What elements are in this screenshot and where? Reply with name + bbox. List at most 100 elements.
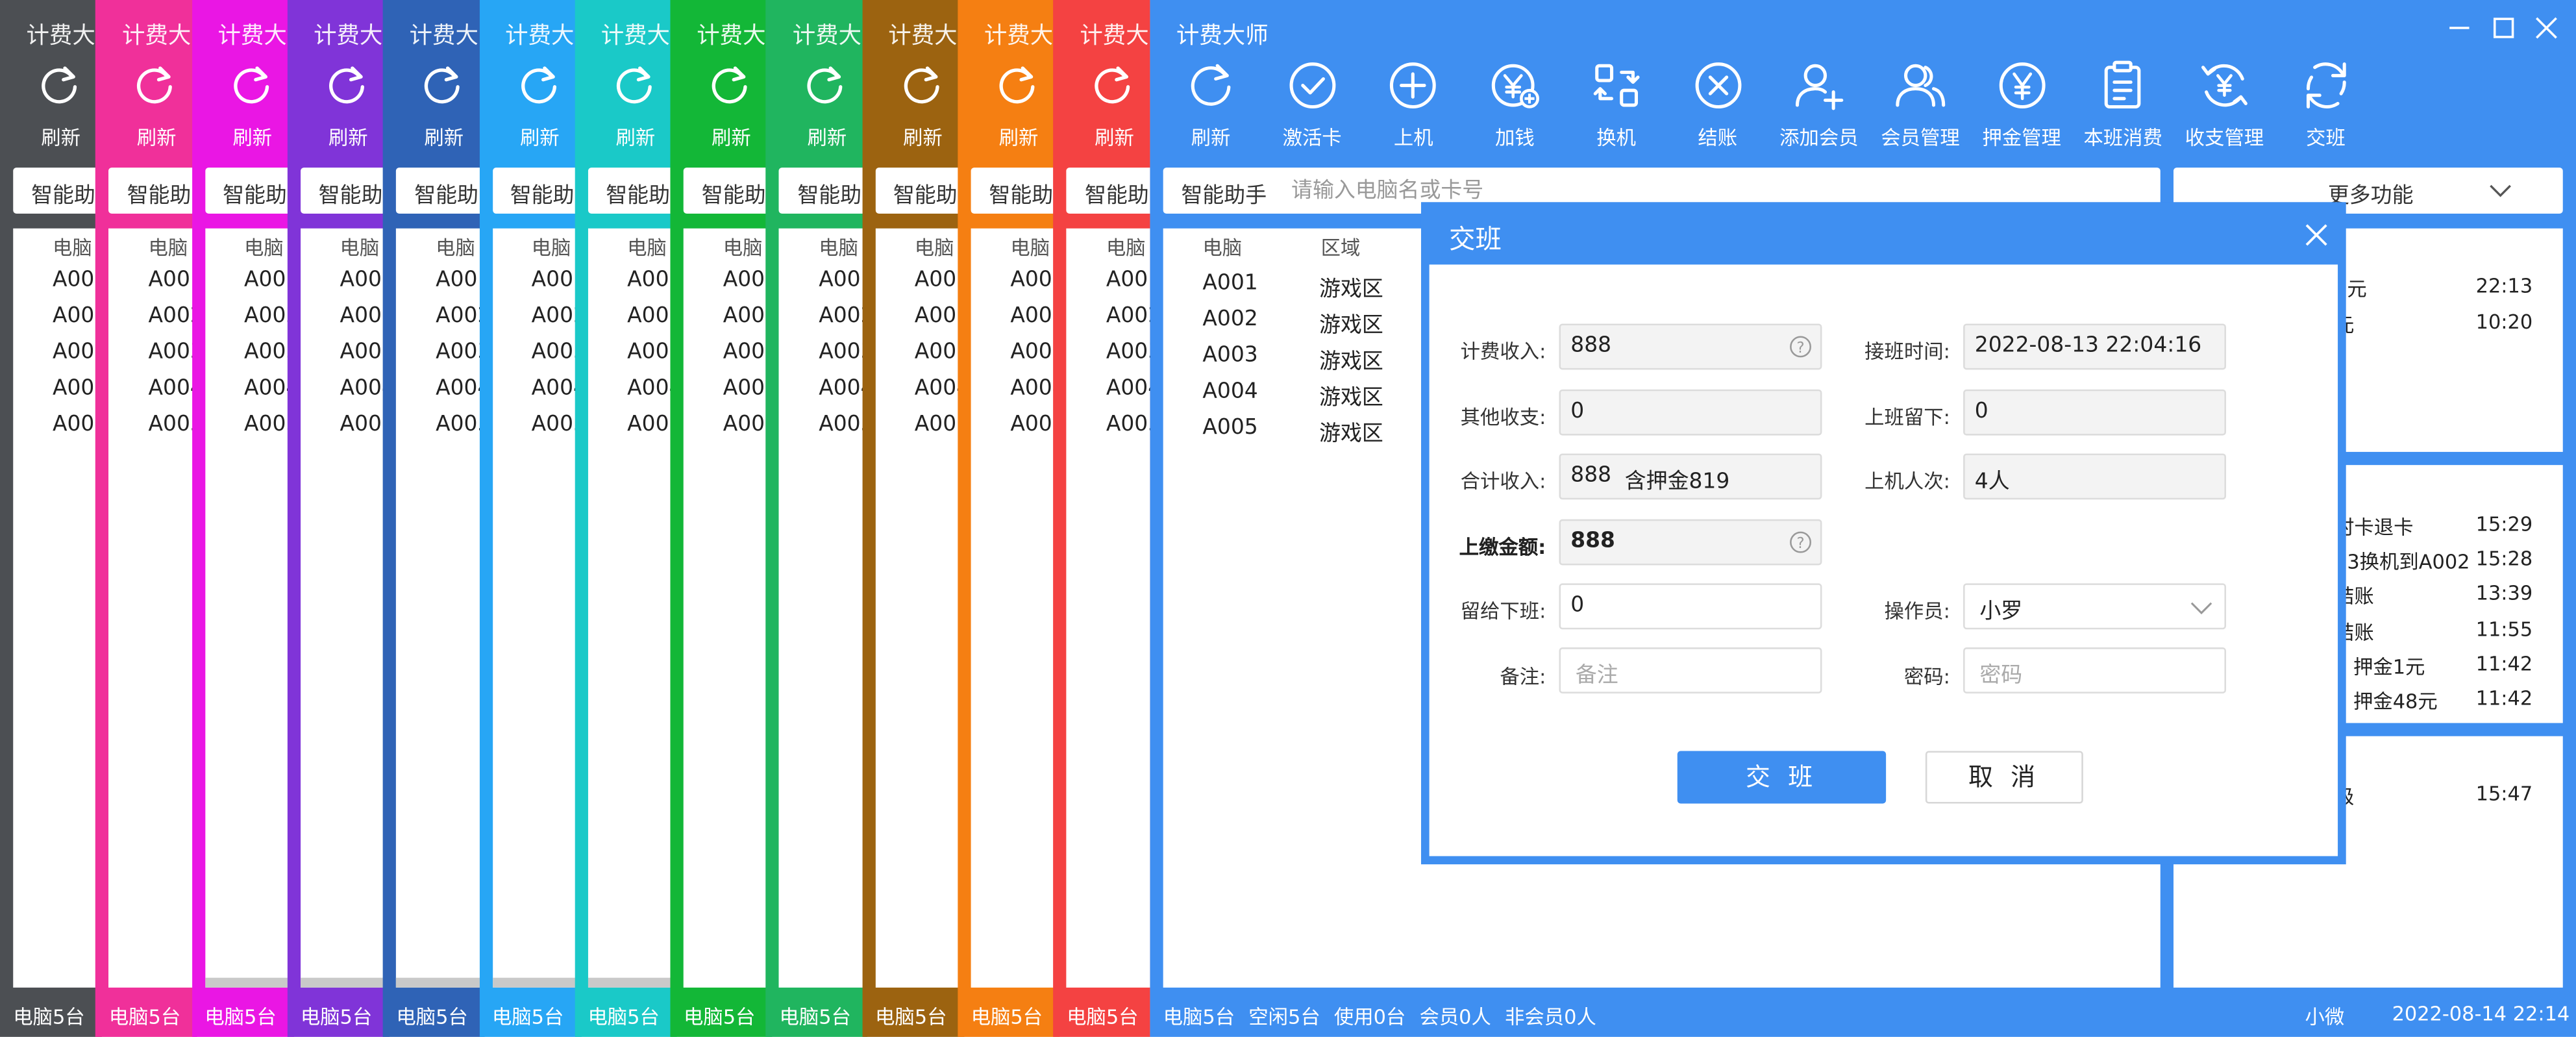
list-item[interactable]: A002: [340, 304, 390, 329]
list-item[interactable]: A005: [532, 412, 581, 437]
toolbar-button-x-circle[interactable]: 结账: [1666, 59, 1768, 151]
bg-search[interactable]: 智能助: [971, 168, 1060, 214]
refresh-icon[interactable]: [706, 61, 752, 110]
toolbar-button-users[interactable]: 会员管理: [1870, 59, 1972, 151]
list-item[interactable]: A001: [723, 268, 773, 292]
cancel-button[interactable]: 取 消: [1925, 751, 2083, 804]
background-window[interactable]: 计费大刷新智能助电脑 A001 A002 A003 A004 A005 电脑5台: [287, 0, 390, 1037]
list-item[interactable]: A001: [1010, 268, 1059, 292]
column-header-pc[interactable]: 电脑: [1202, 233, 1242, 261]
background-window[interactable]: 计费大刷新智能助电脑 A001 A002 A003 A004 A005 电脑5台: [861, 0, 964, 1037]
background-window[interactable]: 计费大刷新智能助电脑 A001 A002 A003 A004 A005 电脑5台: [192, 0, 293, 1037]
bg-search[interactable]: 智能助: [13, 168, 102, 214]
bg-search[interactable]: 智能助: [108, 168, 198, 214]
list-item[interactable]: A005: [819, 412, 868, 437]
list-item[interactable]: A005: [723, 412, 773, 437]
list-item[interactable]: A004: [149, 377, 198, 401]
list-item[interactable]: A001: [149, 268, 198, 292]
list-item[interactable]: A003: [1106, 340, 1150, 365]
list-item[interactable]: A003: [819, 340, 868, 365]
note-input[interactable]: 备注: [1559, 647, 1822, 693]
bg-search[interactable]: 智能助: [300, 168, 390, 214]
background-window[interactable]: 计费大刷新智能助电脑 A001 A002 A003 A004 A005 电脑5台: [95, 0, 198, 1037]
refresh-icon[interactable]: [898, 61, 944, 110]
list-item[interactable]: A003: [149, 340, 198, 365]
list-item[interactable]: A002: [53, 304, 102, 329]
help-icon[interactable]: ?: [1789, 531, 1812, 553]
list-item[interactable]: A004: [340, 377, 390, 401]
list-item[interactable]: A001: [244, 268, 293, 292]
list-item[interactable]: A005: [436, 412, 485, 437]
background-window[interactable]: 计费大刷新智能助电脑 A001 A002 A003 A004 A005 电脑5台: [383, 0, 486, 1037]
password-input[interactable]: 密码: [1963, 647, 2226, 693]
refresh-icon[interactable]: [419, 61, 465, 110]
background-window[interactable]: 计费大刷新智能助电脑 A001 A002 A003 A004 A005 电脑5台: [478, 0, 581, 1037]
list-item[interactable]: A002: [1010, 304, 1059, 329]
list-item[interactable]: A001: [436, 268, 485, 292]
list-item[interactable]: A002: [723, 304, 773, 329]
maximize-icon[interactable]: [2492, 16, 2515, 39]
list-item[interactable]: A001: [627, 268, 676, 292]
toolbar-button-plus-circle[interactable]: 上机: [1363, 59, 1465, 151]
refresh-icon[interactable]: [228, 61, 274, 110]
bg-search[interactable]: 智能助: [779, 168, 869, 214]
toolbar-button-handover[interactable]: 交班: [2275, 59, 2377, 151]
list-item[interactable]: A001: [53, 268, 102, 292]
list-item[interactable]: A002: [1106, 304, 1150, 329]
bg-search[interactable]: 智能助: [204, 168, 293, 214]
list-item[interactable]: A005: [53, 412, 102, 437]
bg-search[interactable]: 智能助: [875, 168, 964, 214]
list-item[interactable]: A001: [915, 268, 964, 292]
handover-confirm-button[interactable]: 交 班: [1677, 751, 1887, 804]
list-item[interactable]: A003: [436, 340, 485, 365]
toolbar-button-check-circle[interactable]: 激活卡: [1261, 59, 1363, 151]
scrollbar[interactable]: [204, 977, 293, 988]
list-item[interactable]: A003: [723, 340, 773, 365]
list-item[interactable]: A003: [1010, 340, 1059, 365]
dialog-close-icon[interactable]: [2303, 222, 2329, 248]
list-item[interactable]: A003: [244, 340, 293, 365]
column-header-zone[interactable]: 区域: [1321, 233, 1361, 261]
list-item[interactable]: A005: [149, 412, 198, 437]
list-item[interactable]: A004: [627, 377, 676, 401]
list-item[interactable]: A002: [915, 304, 964, 329]
refresh-icon[interactable]: [611, 61, 657, 110]
list-item[interactable]: A002: [436, 304, 485, 329]
toolbar-button-yen-circle[interactable]: 押金管理: [1971, 59, 2073, 151]
list-item[interactable]: A001: [340, 268, 390, 292]
list-item[interactable]: A002: [244, 304, 293, 329]
close-icon[interactable]: [2535, 16, 2558, 39]
list-item[interactable]: A002: [627, 304, 676, 329]
bg-search[interactable]: 智能助: [396, 168, 486, 214]
list-item[interactable]: A004: [244, 377, 293, 401]
list-item[interactable]: A001: [1106, 268, 1150, 292]
toolbar-button-yen-cycle[interactable]: 收支管理: [2174, 59, 2275, 151]
background-window[interactable]: 计费大刷新智能助电脑 A001 A002 A003 A004 A005 电脑5台: [1053, 0, 1150, 1037]
list-item[interactable]: A004: [723, 377, 773, 401]
list-item[interactable]: A002: [532, 304, 581, 329]
bg-search[interactable]: 智能助: [588, 168, 677, 214]
help-icon[interactable]: ?: [1789, 335, 1812, 358]
list-item[interactable]: A002: [149, 304, 198, 329]
refresh-icon[interactable]: [36, 61, 82, 110]
list-item[interactable]: A004: [819, 377, 868, 401]
list-item[interactable]: A005: [915, 412, 964, 437]
refresh-icon[interactable]: [1090, 61, 1136, 110]
list-item[interactable]: A001: [532, 268, 581, 292]
background-window[interactable]: 计费大刷新智能助电脑 A001 A002 A003 A004 A005 电脑5台: [575, 0, 677, 1037]
leave-next-input[interactable]: 0: [1559, 583, 1822, 630]
list-item[interactable]: A004: [53, 377, 102, 401]
bg-search[interactable]: 智能助: [683, 168, 773, 214]
toolbar-button-user-plus[interactable]: 添加会员: [1768, 59, 1870, 151]
operator-select[interactable]: 小罗: [1963, 583, 2226, 630]
minimize-icon[interactable]: [2448, 16, 2471, 39]
list-item[interactable]: A002: [819, 304, 868, 329]
list-item[interactable]: A003: [627, 340, 676, 365]
list-item[interactable]: A005: [1106, 412, 1150, 437]
bg-search[interactable]: 智能助: [1067, 168, 1150, 214]
background-window[interactable]: 计费大刷新智能助电脑 A001 A002 A003 A004 A005 电脑5台: [0, 0, 102, 1037]
list-item[interactable]: A005: [627, 412, 676, 437]
toolbar-button-yen-plus[interactable]: 加钱: [1464, 59, 1566, 151]
list-item[interactable]: A005: [340, 412, 390, 437]
list-item[interactable]: A003: [532, 340, 581, 365]
